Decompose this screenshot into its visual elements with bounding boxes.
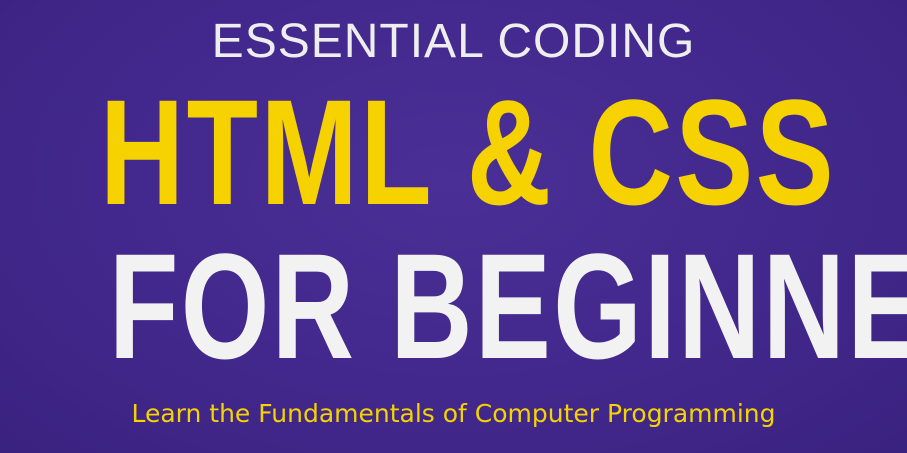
cover-eyebrow: ESSENTIAL CODING [211, 15, 696, 68]
cover-title: HTML & CSS [99, 68, 837, 236]
book-cover-banner: ESSENTIAL CODING HTML & CSS FOR BEGINNER… [0, 0, 907, 453]
cover-subtitle: FOR BEGINNERS [108, 222, 907, 390]
cover-tagline: Learn the Fundamentals of Computer Progr… [131, 399, 776, 428]
